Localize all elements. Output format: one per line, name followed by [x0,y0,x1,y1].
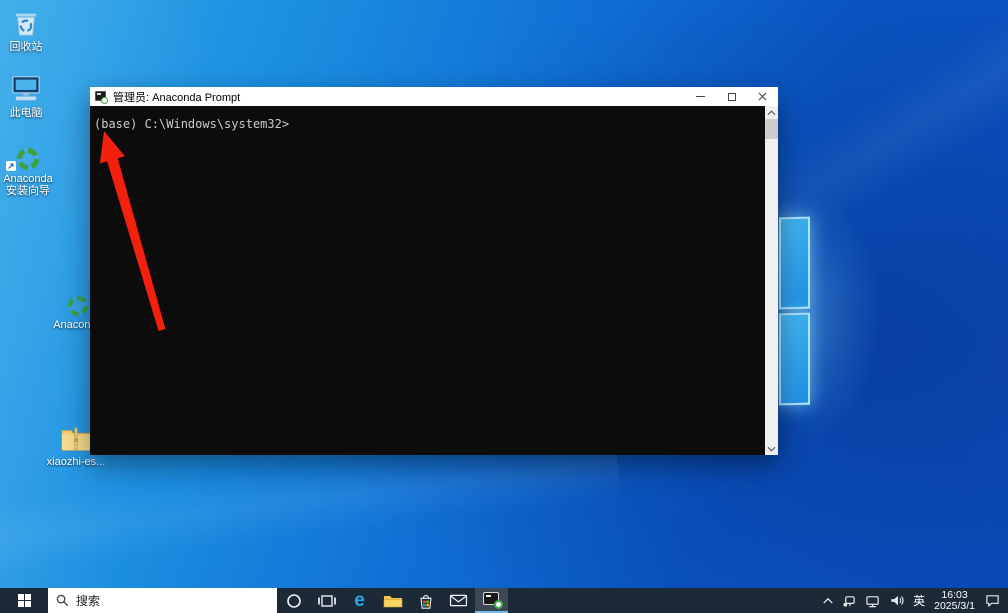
volume-icon [889,593,905,608]
terminal-console[interactable]: (base) C:\Windows\system32> [90,106,778,455]
anaconda-prompt-icon [95,91,108,103]
tray-show-hidden-icons-button[interactable] [819,588,837,613]
clock-date: 2025/3/1 [934,601,975,612]
windows-logo-pane-top [779,217,810,310]
scroll-up-icon[interactable] [765,106,778,119]
taskbar-file-explorer-button[interactable] [376,588,409,613]
taskbar-store-button[interactable] [409,588,442,613]
taskbar-task-view-button[interactable] [310,588,343,613]
mail-icon [449,593,468,608]
taskbar-cortana-button[interactable] [277,588,310,613]
safely-remove-hardware-icon [842,594,857,608]
tray-clock[interactable]: 16:03 2025/3/1 [930,588,979,613]
taskbar-anaconda-prompt-button[interactable] [475,588,508,613]
terminal-prompt-line: (base) C:\Windows\system32> [94,117,289,132]
system-tray: 英 16:03 2025/3/1 [819,588,1008,613]
minimize-button[interactable] [685,87,716,106]
windows-logo-pane-bottom [779,313,810,406]
anaconda-prompt-icon [483,592,501,607]
this-pc-icon [0,72,52,104]
action-center-icon [984,593,1001,608]
scrollbar-thumb[interactable] [765,119,778,139]
desktop: 回收站 此电脑 Anaconda安装向导 Anaconda [0,0,1008,613]
search-input[interactable] [76,594,246,608]
desktop-icon-this-pc[interactable]: 此电脑 [0,72,52,119]
tray-volume-button[interactable] [886,588,908,613]
chevron-up-icon [822,596,834,605]
tray-network-button[interactable] [862,588,884,613]
task-view-icon [317,593,337,609]
taskbar: e [0,588,1008,613]
window-titlebar[interactable]: 管理员: Anaconda Prompt [90,87,778,106]
cortana-icon [286,593,302,609]
tray-safely-remove-hardware-button[interactable] [839,588,860,613]
file-explorer-icon [383,593,403,609]
ime-language-label: 英 [913,592,925,609]
desktop-icon-label: xiaozhi-es... [46,456,106,468]
desktop-icon-anaconda-wizard[interactable]: Anaconda安装向导 [0,138,57,197]
taskbar-search-box[interactable] [48,588,277,613]
minimize-icon [696,96,705,97]
desktop-icon-label: 此电脑 [0,107,52,119]
desktop-icon-label: 回收站 [0,41,52,53]
search-icon [56,594,69,607]
terminal-scrollbar[interactable] [765,106,778,455]
start-button[interactable] [0,588,48,613]
close-icon [758,92,767,101]
tray-ime-indicator[interactable]: 英 [910,588,928,613]
anaconda-installer-icon [0,138,57,170]
store-icon [417,592,435,610]
network-icon [865,594,881,608]
taskbar-mail-button[interactable] [442,588,475,613]
windows-logo-icon [18,594,31,607]
maximize-button[interactable] [716,87,747,106]
taskbar-edge-button[interactable]: e [343,588,376,613]
close-button[interactable] [747,87,778,106]
maximize-icon [728,93,736,101]
recycle-bin-icon [0,6,52,38]
clock-time: 16:03 [934,590,975,601]
desktop-icon-recycle-bin[interactable]: 回收站 [0,6,52,53]
action-center-button[interactable] [981,588,1004,613]
scroll-down-icon[interactable] [765,442,778,455]
anaconda-prompt-window: 管理员: Anaconda Prompt (base) C:\Windows\s… [90,87,778,455]
edge-icon: e [354,591,365,610]
shortcut-arrow-icon [6,161,16,171]
desktop-icon-label: Anaconda安装向导 [0,173,57,197]
window-title: 管理员: Anaconda Prompt [113,89,685,105]
